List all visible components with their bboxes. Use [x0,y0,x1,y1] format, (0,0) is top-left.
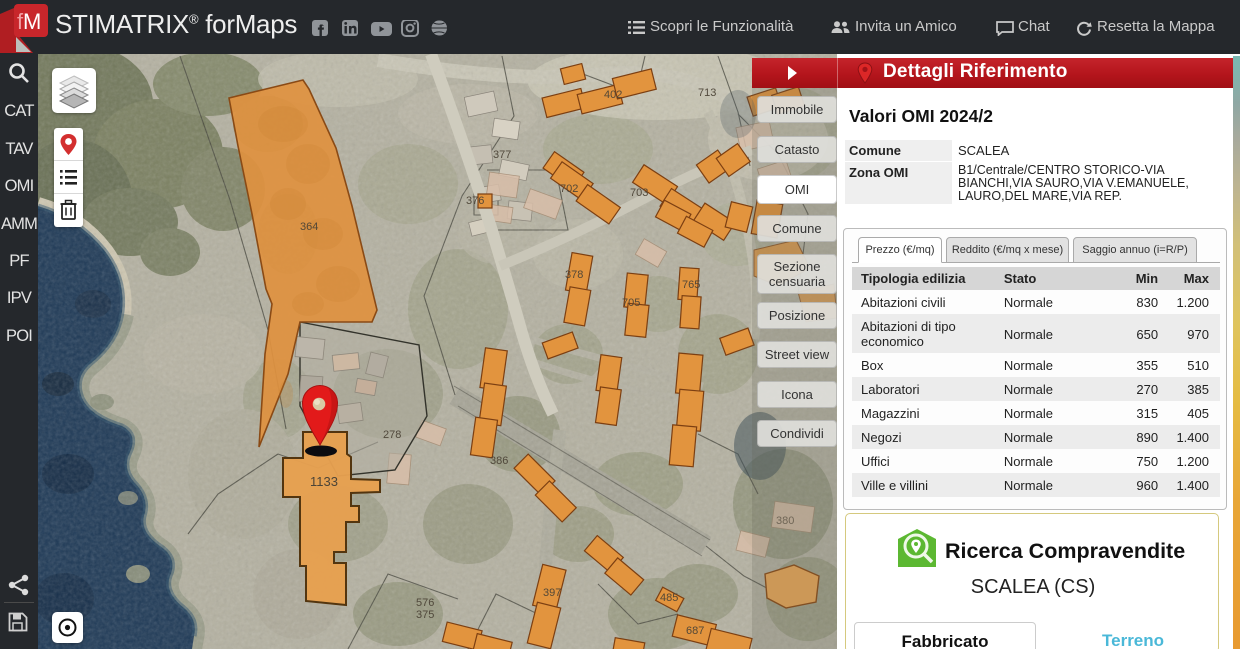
svg-text:377: 377 [493,149,511,161]
svg-text:705: 705 [622,297,640,309]
svg-text:765: 765 [682,279,700,291]
svg-text:386: 386 [490,455,508,467]
svg-text:M: M [23,9,41,34]
svg-text:485: 485 [660,592,678,604]
svg-text:397: 397 [543,587,561,599]
svg-text:402: 402 [604,89,622,101]
svg-text:576: 576 [416,597,434,609]
svg-text:278: 278 [383,429,401,441]
svg-text:702: 702 [560,183,578,195]
svg-text:713: 713 [698,87,716,99]
svg-text:364: 364 [300,221,318,233]
svg-text:375: 375 [416,609,434,621]
svg-text:378: 378 [565,269,583,281]
svg-text:687: 687 [686,625,704,637]
svg-text:1133: 1133 [310,474,338,489]
svg-text:703: 703 [630,187,648,199]
svg-text:376: 376 [466,195,484,207]
